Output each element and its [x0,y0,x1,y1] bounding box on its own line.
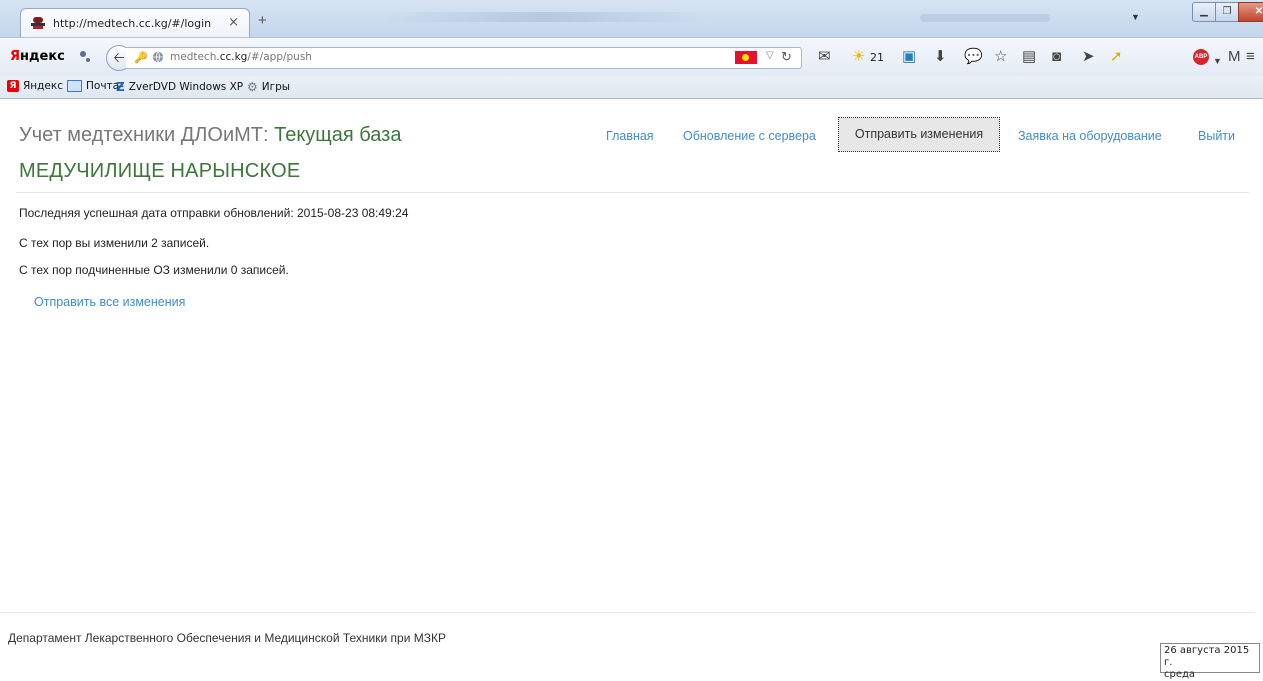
footer-divider [0,612,1255,613]
window-controls: ▁ ❐ ✕ [1192,2,1263,22]
bookmark-label: Почта [86,80,120,92]
pocket-icon[interactable]: ◙ [1052,48,1061,66]
browser-navbar: Яндекс 🡠 🔑 medtech.cc.kg/#/app/push ▽ ↻ … [0,37,1263,76]
nav-equipment-request-link[interactable]: Заявка на оборудование [1018,129,1162,143]
new-tab-button[interactable]: + [258,12,267,29]
nav-home-link[interactable]: Главная [606,129,654,143]
yandex-logo-first-letter: Я [10,49,21,64]
mail-icon [67,80,82,92]
url-text: medtech.cc.kg/#/app/push [170,51,312,63]
page-title: Учет медтехники ДЛОиМТ: Текущая база [19,124,401,147]
page-title-text: Учет медтехники ДЛОиМТ: [19,124,275,146]
reload-icon[interactable]: ↻ [781,49,792,65]
site-favicon-icon [31,17,45,29]
maximize-icon[interactable]: ❐ [1215,2,1239,22]
screenshot-icon[interactable]: ▣ [902,48,916,66]
tab-title: http://medtech.cc.kg/#/login [53,17,212,30]
voice-search-icon[interactable] [77,49,95,65]
blurred-window-title [380,12,710,22]
bookmarks-toolbar: Я Яндекс Почта Ƶ ZverDVD Windows XP ⚙ Иг… [0,76,1263,99]
url-dropdown-icon[interactable]: ▽ [766,50,774,61]
footer-text: Департамент Лекарственного Обеспечения и… [8,631,446,645]
gmail-icon[interactable]: M [1228,48,1241,66]
send-arrow-icon[interactable]: ➤ [1082,48,1095,66]
browser-titlebar: http://medtech.cc.kg/#/login × + ▼ ▁ ❐ ✕ [0,0,1263,39]
chat-icon[interactable]: 💬 [964,48,983,66]
mail-notifier-icon[interactable]: ✉ [818,48,831,66]
send-all-changes-link[interactable]: Отправить все изменения [34,295,185,309]
weather-sun-icon[interactable]: ☀ [852,48,865,66]
taskbar-clock[interactable]: 26 августа 2015 г. среда [1160,643,1260,680]
last-sent-date-text: Последняя успешная дата отправки обновле… [19,206,409,220]
identity-key-icon[interactable]: 🔑 [134,51,148,64]
games-icon: ⚙ [247,80,258,94]
weather-temperature: 21 [870,51,884,64]
bookmark-label: Игры [261,81,291,93]
close-window-icon[interactable]: ✕ [1238,2,1263,22]
bookmark-item[interactable]: Я Яндекс [7,80,63,92]
yandex-icon: Я [7,80,19,92]
address-bar[interactable]: 🔑 medtech.cc.kg/#/app/push ▽ ↻ [126,47,802,69]
bookmark-label: Яндекс [23,80,63,92]
url-domain: cc.kg [219,51,248,63]
institution-name: МЕДУЧИЛИЩЕ НАРЫНСКОЕ [19,160,301,182]
clock-day: среда [1164,669,1196,680]
downloads-icon[interactable]: ⬇ [934,48,947,66]
bookmark-item[interactable]: Почта [67,80,119,92]
zverdvd-icon: Ƶ [116,80,125,94]
header-divider [16,192,1249,193]
globe-icon [152,51,164,63]
current-db-label: Текущая база [274,124,402,146]
clock-date: 26 августа 2015 г. [1164,645,1250,668]
hamburger-menu-icon[interactable]: ≡ [1246,48,1255,66]
tabs-list-icon[interactable]: ▼ [1131,12,1140,22]
url-path: /#/app/push [247,51,312,63]
bookmark-item[interactable]: Ƶ ZverDVD Windows XP [116,80,243,94]
bookmark-item[interactable]: ⚙ Игры [247,80,290,94]
kyrgyzstan-flag-icon [735,51,757,64]
adblock-icon[interactable]: ABP [1193,49,1209,65]
minimize-icon[interactable]: ▁ [1192,2,1216,22]
nav-logout-link[interactable]: Выйти [1198,129,1235,143]
tab-close-icon[interactable]: × [228,15,239,30]
blurred-window-title-right [920,14,1050,22]
cursor-icon[interactable]: ➚ [1110,48,1123,66]
nav-update-link[interactable]: Обновление с сервера [683,129,816,143]
yandex-logo-rest: ндекс [20,49,65,64]
yandex-logo[interactable]: Яндекс [10,49,65,64]
nav-send-changes-link[interactable]: Отправить изменения [838,117,1000,152]
bookmark-label: ZverDVD Windows XP [128,81,244,93]
bookmarks-menu-icon[interactable]: ▤ [1022,48,1036,66]
bookmark-star-icon[interactable]: ☆ [994,48,1007,66]
subordinate-changes-text: С тех пор подчиненные ОЗ изменили 0 запи… [19,263,289,277]
adblock-dropdown-icon[interactable]: ▼ [1213,52,1222,70]
browser-tab[interactable]: http://medtech.cc.kg/#/login × [20,8,250,39]
url-prefix: medtech. [170,51,220,63]
your-changes-text: С тех пор вы изменили 2 записей. [19,236,210,250]
